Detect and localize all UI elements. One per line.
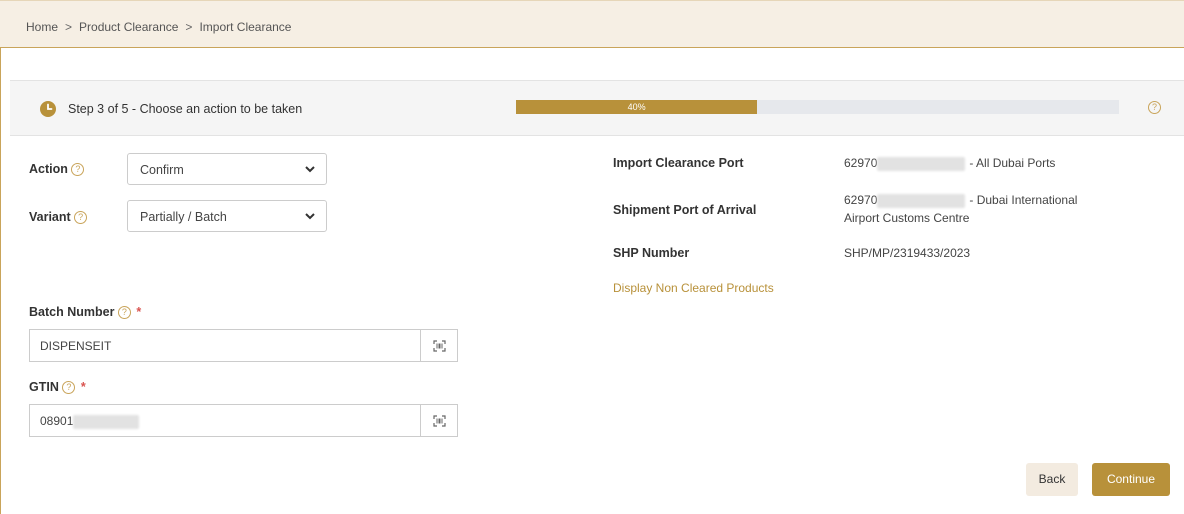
- import-port-name: - All Dubai Ports: [969, 156, 1056, 170]
- gtin-input[interactable]: 08901: [29, 404, 420, 437]
- progress-bar: 40%: [516, 100, 1119, 114]
- scan-button[interactable]: [420, 329, 458, 362]
- barcode-scan-icon: [433, 415, 446, 427]
- action-select-value: Confirm: [140, 163, 184, 177]
- variant-select-value: Partially / Batch: [140, 210, 227, 224]
- help-icon[interactable]: ?: [117, 306, 131, 320]
- arrival-port-value: 62970 - Dubai International Airport Custo…: [844, 191, 1077, 227]
- import-port-code: 62970: [844, 156, 878, 170]
- action-label-row: Action ?: [29, 162, 85, 177]
- redacted-block: [877, 193, 966, 208]
- action-label: Action: [29, 162, 68, 176]
- arrival-port-label: Shipment Port of Arrival: [613, 203, 757, 217]
- arrival-port-name: - Dubai International: [969, 193, 1078, 207]
- breadcrumb-separator: >: [65, 20, 73, 34]
- progress-fill: 40%: [516, 100, 758, 114]
- breadcrumb-separator: >: [185, 20, 193, 34]
- batch-number-input[interactable]: DISPENSEIT: [29, 329, 420, 362]
- batch-number-label: Batch Number: [29, 305, 115, 319]
- scan-button[interactable]: [420, 404, 458, 437]
- help-icon[interactable]: ?: [62, 381, 76, 395]
- breadcrumb-bar: Home > Product Clearance > Import Clearance: [0, 0, 1184, 48]
- import-port-label: Import Clearance Port: [613, 156, 744, 170]
- action-select[interactable]: Confirm: [127, 153, 327, 185]
- breadcrumb: Home > Product Clearance > Import Clearance: [26, 20, 291, 34]
- shp-number-label: SHP Number: [613, 246, 690, 260]
- back-button[interactable]: Back: [1026, 463, 1078, 496]
- arrival-port-name-2: Airport Customs Centre: [844, 211, 970, 225]
- step-text: Step 3 of 5 - Choose an action to be tak…: [68, 102, 303, 116]
- continue-button[interactable]: Continue: [1092, 463, 1170, 496]
- step-bar: Step 3 of 5 - Choose an action to be tak…: [10, 80, 1184, 136]
- redacted-block: [877, 156, 966, 171]
- gtin-value: 08901: [40, 414, 74, 428]
- redacted-block: [73, 414, 140, 429]
- breadcrumb-home[interactable]: Home: [26, 20, 58, 34]
- help-icon[interactable]: ?: [1148, 101, 1161, 114]
- required-mark: *: [136, 305, 142, 319]
- display-non-cleared-link[interactable]: Display Non Cleared Products: [613, 281, 774, 295]
- breadcrumb-import-clearance: Import Clearance: [199, 20, 292, 34]
- variant-select[interactable]: Partially / Batch: [127, 200, 327, 232]
- breadcrumb-product-clearance[interactable]: Product Clearance: [79, 20, 178, 34]
- arrival-port-code: 62970: [844, 193, 878, 207]
- clock-icon: [40, 101, 56, 117]
- batch-number-label-row: Batch Number ? *: [29, 305, 142, 320]
- batch-number-group: DISPENSEIT: [29, 329, 458, 362]
- variant-label-row: Variant ?: [29, 210, 88, 225]
- gtin-label-row: GTIN ? *: [29, 380, 86, 395]
- chevron-down-icon: [305, 166, 315, 173]
- barcode-scan-icon: [433, 340, 446, 352]
- variant-label: Variant: [29, 210, 71, 224]
- required-mark: *: [80, 380, 86, 394]
- help-icon[interactable]: ?: [74, 211, 88, 225]
- chevron-down-icon: [305, 213, 315, 220]
- shp-number-value: SHP/MP/2319433/2023: [844, 246, 971, 260]
- help-icon[interactable]: ?: [71, 163, 85, 177]
- gtin-group: 08901: [29, 404, 458, 437]
- gtin-label: GTIN: [29, 380, 59, 394]
- import-port-value: 62970 - All Dubai Ports: [844, 154, 1055, 172]
